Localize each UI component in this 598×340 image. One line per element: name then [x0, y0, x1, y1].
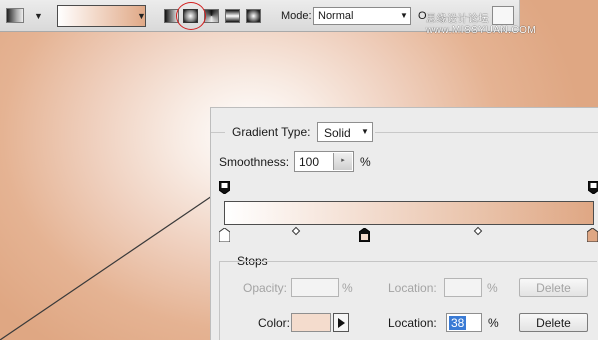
opacity-label: Opacity:	[243, 281, 288, 295]
opacity-delete-button[interactable]: Delete	[519, 278, 588, 297]
opacity-location-label: Location:	[388, 281, 437, 295]
color-stop-left[interactable]	[219, 228, 230, 242]
opacity-location-input[interactable]	[444, 278, 482, 297]
gradient-picker-swatch[interactable]	[57, 5, 146, 27]
chevron-down-icon[interactable]: ▼	[34, 11, 43, 21]
stop-opacity-input[interactable]	[291, 278, 339, 297]
gradient-preview-bar[interactable]	[224, 201, 594, 225]
stop-color-swatch[interactable]	[291, 313, 331, 332]
gradient-picker-dropdown-icon[interactable]: ▼	[137, 11, 146, 21]
divider	[211, 132, 225, 133]
divider	[375, 132, 598, 133]
color-stop-right[interactable]	[587, 228, 598, 242]
opacity-stop-left[interactable]	[219, 181, 230, 194]
watermark: 思缘设计论坛 www.MISSYUAN.COM	[426, 14, 537, 36]
midpoint-diamond-icon[interactable]	[473, 226, 483, 236]
color-stop-selected[interactable]	[359, 228, 370, 242]
smoothness-stepper-icon[interactable]: ▸	[333, 153, 352, 170]
color-delete-button[interactable]: Delete	[519, 313, 588, 332]
color-label: Color:	[258, 316, 291, 330]
options-toolbar: ▼ ▼ Mode: Normal ▼ O 思缘设计论坛 www.MISSYUAN…	[0, 0, 536, 36]
highlight-circle	[176, 2, 206, 30]
tool-preset-icon[interactable]	[6, 8, 24, 23]
color-location-unit: %	[488, 316, 499, 330]
color-location-input[interactable]: 38	[446, 313, 482, 332]
color-location-label: Location:	[388, 316, 437, 330]
stop-opacity-unit: %	[342, 281, 353, 295]
gradient-editor-panel: Gradient Type: Solid ▼ Smoothness: 100 ▸…	[210, 107, 598, 340]
gradient-type-label: Gradient Type:	[232, 125, 311, 139]
opacity-stop-right[interactable]	[588, 181, 598, 194]
smoothness-label: Smoothness:	[219, 155, 290, 169]
angle-gradient-icon[interactable]	[204, 9, 219, 23]
mode-select[interactable]: Normal	[313, 7, 411, 25]
diamond-gradient-icon[interactable]	[246, 9, 261, 23]
chevron-down-icon[interactable]: ▼	[361, 127, 369, 136]
mode-label: Mode:	[281, 10, 312, 22]
smoothness-unit: %	[360, 155, 371, 169]
color-menu-arrow-icon[interactable]	[333, 313, 349, 332]
chevron-down-icon[interactable]: ▼	[400, 11, 408, 20]
midpoint-diamond-icon[interactable]	[291, 226, 301, 236]
opacity-location-unit: %	[487, 281, 498, 295]
reflected-gradient-icon[interactable]	[225, 9, 240, 23]
